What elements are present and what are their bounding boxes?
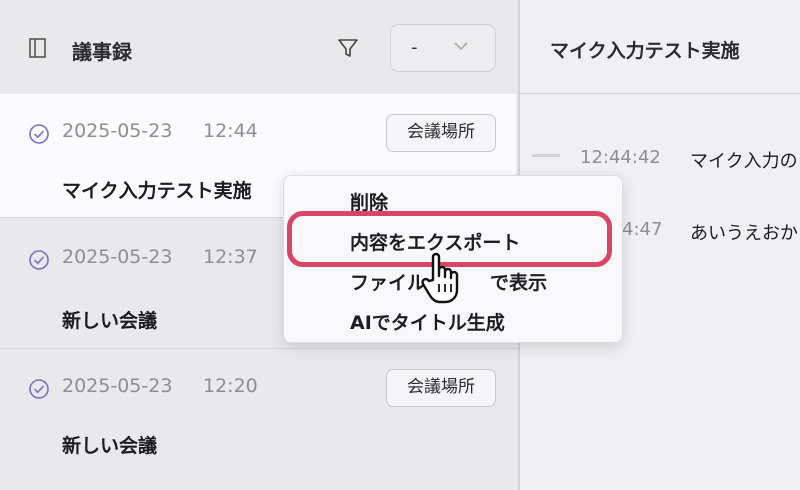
- location-button[interactable]: 会議場所: [386, 114, 496, 152]
- list-header: 議事録 -: [0, 0, 518, 94]
- transcript-text: マイク入力の: [690, 151, 798, 172]
- transcript-time: 4:47: [622, 219, 663, 240]
- menu-item-ai-title[interactable]: AIでタイトル生成: [350, 308, 505, 335]
- menu-item-label-part: ファイル: [350, 272, 427, 294]
- meeting-time: 12:44: [203, 120, 258, 142]
- filter-icon[interactable]: [336, 36, 360, 60]
- meeting-time: 12:20: [203, 375, 258, 397]
- meeting-title: 新しい会議: [62, 435, 158, 457]
- meeting-date: 2025-05-23: [62, 246, 173, 268]
- meeting-title: 新しい会議: [62, 310, 158, 332]
- chevron-down-icon: [454, 42, 468, 51]
- transcript-time: 12:44:42: [580, 147, 661, 168]
- hand-cursor-icon: [421, 252, 459, 304]
- meeting-date: 2025-05-23: [62, 375, 173, 397]
- detail-title: マイク入力テスト実施: [550, 40, 740, 62]
- menu-item-label-part: で表示: [490, 272, 548, 294]
- page-title: 議事録: [72, 40, 132, 64]
- check-circle-icon: [29, 379, 49, 399]
- meeting-title: マイク入力テスト実施: [62, 180, 252, 202]
- meeting-item[interactable]: 2025-05-23 12:20 会議場所 新しい会議: [0, 348, 516, 472]
- book-icon: [29, 38, 46, 58]
- meeting-time: 12:37: [203, 246, 258, 268]
- check-circle-icon: [29, 124, 49, 144]
- sort-dropdown[interactable]: -: [390, 24, 496, 72]
- timeline-marker: [532, 154, 560, 157]
- check-circle-icon: [29, 250, 49, 270]
- dropdown-value: -: [411, 37, 418, 58]
- divider: [520, 93, 800, 94]
- location-button[interactable]: 会議場所: [386, 369, 496, 407]
- meeting-date: 2025-05-23: [62, 120, 173, 142]
- transcript-text: あいうえおかき: [690, 223, 800, 244]
